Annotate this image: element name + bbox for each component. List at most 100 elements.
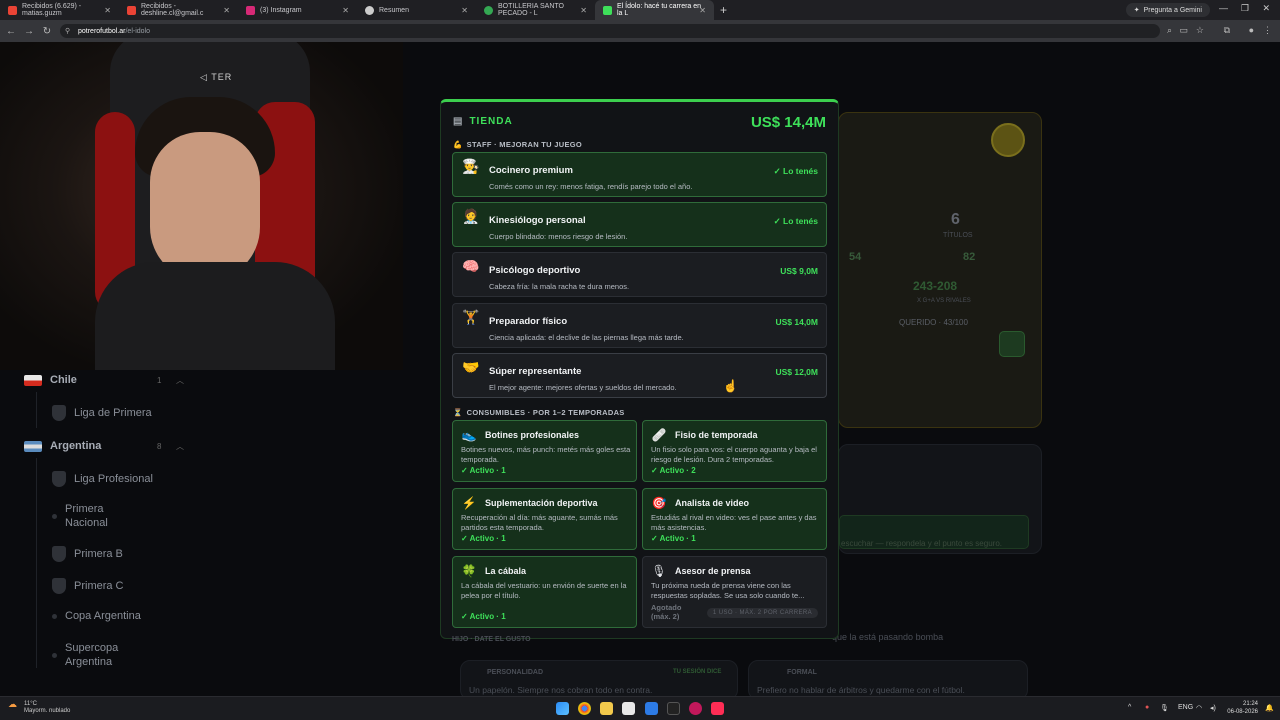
staff-item-preparador[interactable]: 🏋 Preparador físico Ciencia aplicada: el… xyxy=(452,303,827,348)
file-explorer-icon[interactable] xyxy=(600,702,613,715)
staff-item-psicologo[interactable]: 🧠 Psicólogo deportivo Cabeza fría: la ma… xyxy=(452,252,827,297)
querido-label: QUERIDO · 43/100 xyxy=(899,318,968,327)
question-hint-text: escuchar — respondela y el punto es segu… xyxy=(841,539,1002,548)
chevron-up-icon[interactable]: ︿ xyxy=(176,441,184,452)
answer-option-personalidad[interactable]: PERSONALIDAD TU SESIÓN DICE Un papelón. … xyxy=(460,660,738,700)
vs-label: X G+A VS RIVALES xyxy=(917,298,971,304)
extensions-icon[interactable]: ⧉ xyxy=(1224,25,1230,36)
close-icon[interactable]: ✕ xyxy=(461,6,468,15)
microphone-tray-icon[interactable]: 🎙 xyxy=(1160,704,1169,712)
sidebar-item-primera-c[interactable]: Primera C xyxy=(52,578,124,594)
page-icon xyxy=(365,5,374,15)
consumable-cabala[interactable]: 🍀 La cábala La cábala del vestuario: un … xyxy=(452,556,637,628)
sidebar-item-liga-de-primera[interactable]: Liga de Primera xyxy=(52,405,152,421)
notification-icon[interactable]: 🔔 xyxy=(1265,704,1274,712)
tray-app-icon[interactable]: ● xyxy=(1145,704,1149,711)
player-card-background: 6 TÍTULOS 54 82 243-208 X G+A VS RIVALES… xyxy=(838,112,1042,428)
consumable-fisio[interactable]: 🩹 Fisio de temporada Un fisio solo para … xyxy=(642,420,827,482)
wifi-icon[interactable]: ◠ xyxy=(1196,704,1202,712)
cast-icon[interactable]: ▭ xyxy=(1179,25,1188,36)
weightlifter-icon: 🏋 xyxy=(462,309,480,325)
tab-instagram[interactable]: (3) Instagram ✕ xyxy=(238,0,357,20)
tab-el-idolo[interactable]: El Ídolo: hacé tu carrera en la L ✕ xyxy=(595,0,714,20)
shop-header: ▤ TIENDA xyxy=(453,116,513,127)
buy-price[interactable]: US$ 12,0M xyxy=(775,367,818,377)
staff-item-representante[interactable]: 🤝 Súper representante El mejor agente: m… xyxy=(452,353,827,398)
new-tab-icon[interactable]: + xyxy=(720,3,727,17)
profile-icon[interactable]: ● xyxy=(1249,25,1254,35)
tab-gmail-1[interactable]: Recibidos (6.629) - matias.guzm ✕ xyxy=(0,0,119,20)
consumable-botines[interactable]: 👟 Botines profesionales Botines nuevos, … xyxy=(452,420,637,482)
store-app-icon[interactable] xyxy=(622,702,635,715)
close-icon[interactable]: ✕ xyxy=(223,6,230,15)
active-status: ✓ Activo · 1 xyxy=(461,466,506,475)
background-text: que la está pasando bomba xyxy=(832,632,944,642)
league-dot-icon xyxy=(52,513,57,519)
tray-chevron-up-icon[interactable]: ^ xyxy=(1128,704,1131,711)
buy-price[interactable]: US$ 9,0M xyxy=(780,266,818,276)
app-icon[interactable] xyxy=(689,702,702,715)
sidebar-item-argentina[interactable]: Argentina xyxy=(24,440,101,452)
close-icon[interactable]: ✕ xyxy=(342,6,349,15)
league-dot-icon xyxy=(52,652,57,658)
webcam-overlay: ◁ TER xyxy=(0,42,403,370)
close-icon[interactable]: ✕ xyxy=(580,6,587,15)
close-icon[interactable]: ✕ xyxy=(104,6,111,15)
volume-icon[interactable]: ◂) xyxy=(1210,704,1216,712)
weather-widget[interactable]: ☁ 11°C Mayorm. nublado xyxy=(8,700,70,715)
tab-gmail-2[interactable]: Recibidos - deshline.cl@gmail.c ✕ xyxy=(119,0,238,20)
tab-botilleria[interactable]: BOTILLERIA SANTO PECADO - L ✕ xyxy=(476,0,595,20)
chevron-up-icon[interactable]: ︿ xyxy=(176,375,184,386)
clover-icon: 🍀 xyxy=(461,564,477,578)
tab-resumen[interactable]: Resumen ✕ xyxy=(357,0,476,20)
league-dot-icon xyxy=(52,613,57,619)
answer-option-formal[interactable]: FORMAL Prefiero no hablar de árbitros y … xyxy=(748,660,1028,700)
app-icon[interactable] xyxy=(667,702,680,715)
streamer-face xyxy=(150,132,260,282)
microphone-icon: 🎙 xyxy=(651,564,667,578)
consumable-analista[interactable]: 🎯 Analista de video Estudiás al rival en… xyxy=(642,488,827,550)
zoom-icon[interactable]: ⌕ xyxy=(1167,25,1172,36)
clock[interactable]: 21:24 06-08-2026 xyxy=(1227,700,1258,716)
maximize-icon[interactable]: ❐ xyxy=(1241,3,1249,14)
sidebar-item-supercopa-argentina[interactable]: Supercopa Argentina xyxy=(52,641,152,669)
chile-count: 1 xyxy=(157,376,162,385)
minimize-icon[interactable]: — xyxy=(1219,3,1228,13)
mouse-cursor-icon: ☝ xyxy=(723,379,738,393)
sold-out-status: Agotado (máx. 2) xyxy=(651,603,682,621)
buy-price[interactable]: US$ 14,0M xyxy=(775,317,818,327)
store-icon: ▤ xyxy=(453,116,464,127)
sidebar-item-primera-nacional[interactable]: Primera Nacional xyxy=(52,502,132,530)
app-icon[interactable] xyxy=(645,702,658,715)
chrome-icon[interactable] xyxy=(578,702,591,715)
url-field[interactable]: ⚲ potrerofutbol.ar/el-idolo xyxy=(60,24,1160,38)
chile-flag-icon xyxy=(24,374,42,386)
sidebar-item-primera-b[interactable]: Primera B xyxy=(52,546,123,562)
sidebar-item-chile[interactable]: Chile xyxy=(24,374,77,386)
language-indicator[interactable]: ENG xyxy=(1178,704,1193,711)
active-status: ✓ Activo · 2 xyxy=(651,466,696,475)
gemini-button[interactable]: ✦ Pregunta a Gemini xyxy=(1125,3,1210,17)
consumable-asesor-prensa[interactable]: 🎙 Asesor de prensa Tu próxima rueda de p… xyxy=(642,556,827,628)
staff-section-title: 💪 STAFF · MEJORAN TU JUEGO xyxy=(453,140,583,149)
question-panel-background: escuchar — respondela y el punto es segu… xyxy=(838,444,1042,554)
tiktok-icon[interactable] xyxy=(711,702,724,715)
shop-cart-button[interactable] xyxy=(999,331,1025,357)
gemini-icon: ✦ xyxy=(1133,7,1140,14)
hourglass-icon: ⏳ xyxy=(453,408,463,417)
window-close-icon[interactable]: ✕ xyxy=(1262,3,1270,14)
sidebar-item-copa-argentina[interactable]: Copa Argentina xyxy=(52,610,141,622)
forward-icon[interactable]: → xyxy=(20,26,38,37)
staff-item-kinesiologo[interactable]: 🧑‍⚕️ Kinesiólogo personal Cuerpo blindad… xyxy=(452,202,827,247)
site-info-icon[interactable]: ⚲ xyxy=(65,27,70,35)
back-icon[interactable]: ← xyxy=(2,26,20,37)
start-windows-icon[interactable] xyxy=(556,702,569,715)
staff-item-cocinero[interactable]: 👨‍🍳 Cocinero premium Comés como un rey: … xyxy=(452,152,827,197)
close-icon[interactable]: ✕ xyxy=(699,6,706,15)
sidebar-item-liga-profesional[interactable]: Liga Profesional xyxy=(52,471,153,487)
menu-icon[interactable]: ⋮ xyxy=(1263,25,1272,36)
bookmark-star-icon[interactable]: ☆ xyxy=(1196,25,1204,36)
site-icon xyxy=(603,5,612,15)
consumable-suplementacion[interactable]: ⚡ Suplementación deportiva Recuperación … xyxy=(452,488,637,550)
reload-icon[interactable]: ↻ xyxy=(38,26,56,37)
